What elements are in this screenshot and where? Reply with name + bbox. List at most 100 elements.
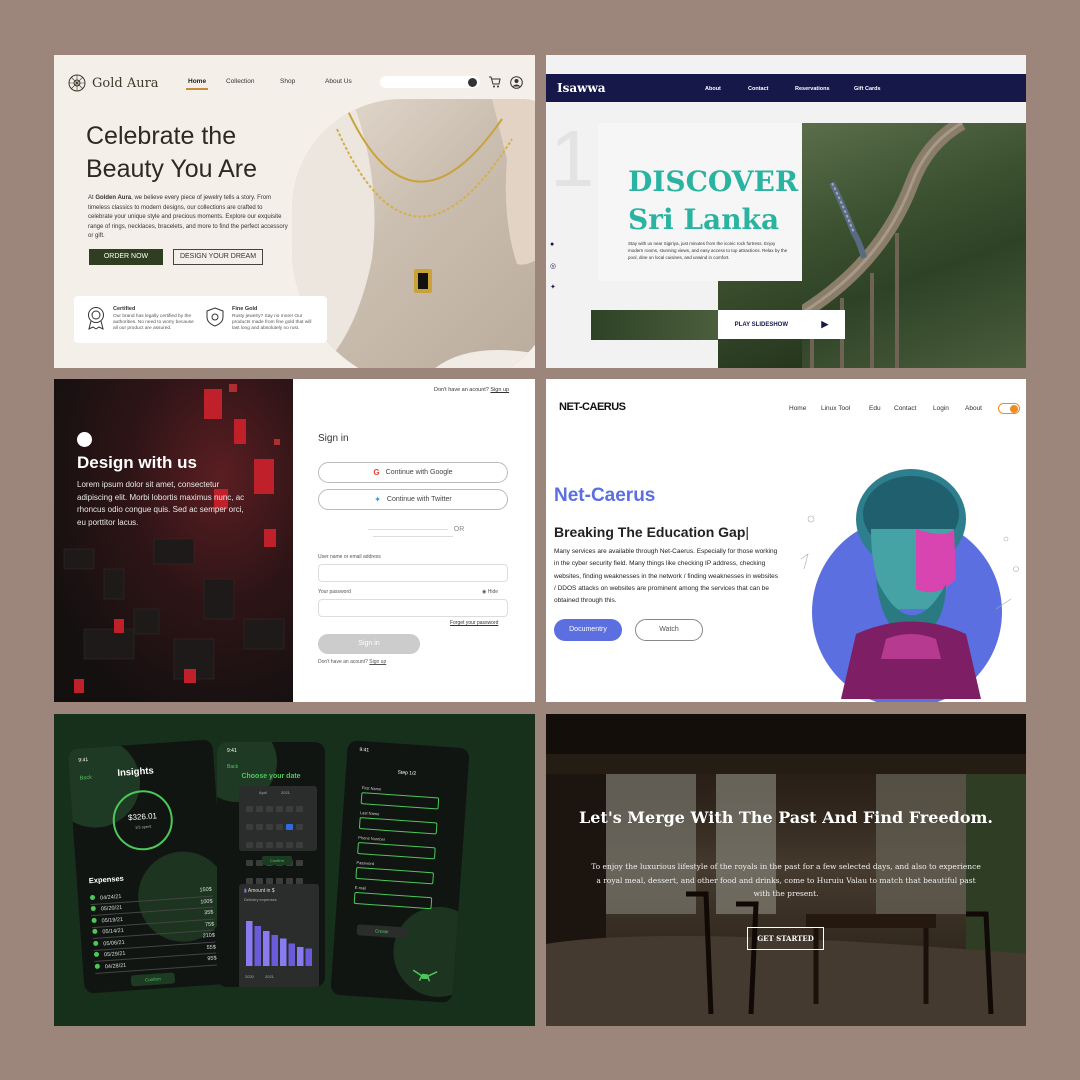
- nav-edu[interactable]: Edu: [869, 405, 881, 412]
- signup-form: First Name Last Name Phone Number Password E…: [353, 785, 442, 910]
- cart-icon[interactable]: [488, 76, 501, 88]
- nav-home[interactable]: Home: [188, 78, 206, 85]
- nav-collection[interactable]: Collection: [226, 78, 255, 85]
- nav-home[interactable]: Home: [789, 405, 806, 412]
- signup-prompt-bottom: Don't have an acount? Sign up: [318, 659, 386, 665]
- photo-strip: [591, 310, 718, 340]
- title-line-1: DISCOVER: [628, 165, 799, 198]
- calendar-day[interactable]: [245, 806, 253, 812]
- signup-link-top[interactable]: Sign up: [490, 387, 509, 393]
- circuit-image: [54, 379, 293, 702]
- forget-password-link[interactable]: Forget your password: [450, 620, 498, 626]
- username-input[interactable]: [318, 564, 508, 582]
- search-input[interactable]: [380, 76, 480, 88]
- confirm-button[interactable]: Confirm: [130, 972, 176, 987]
- insights-phone: 9:41 Back Insights $326.01 1/3 spent Exp…: [67, 739, 230, 994]
- search-icon[interactable]: [468, 78, 477, 87]
- logo-dot: [77, 432, 92, 447]
- nav-contact[interactable]: Contact: [748, 86, 768, 92]
- nav-reservations[interactable]: Reservations: [795, 86, 830, 92]
- calendar-day[interactable]: [275, 824, 283, 830]
- brand-name[interactable]: Isawwa: [557, 81, 606, 95]
- year-select[interactable]: 2021: [281, 790, 290, 795]
- get-started-button[interactable]: GET STARTED: [747, 927, 824, 950]
- hero-title: Let's Merge With The Past And Find Freed…: [579, 808, 993, 827]
- calendar-day[interactable]: [295, 806, 303, 812]
- calendar-day[interactable]: [255, 842, 263, 848]
- order-now-button[interactable]: ORDER NOW: [89, 249, 163, 265]
- expense-amount: 100$: [200, 898, 213, 906]
- nav-contact[interactable]: Contact: [894, 405, 916, 412]
- calendar-day[interactable]: [265, 824, 273, 830]
- play-slideshow-button[interactable]: PLAY SLIDESHOW ▶: [718, 310, 845, 339]
- amount-chart-card: ▮ Amount in $ Delivery expenses 2020 202…: [239, 884, 319, 987]
- nav-about[interactable]: About Us: [325, 78, 352, 85]
- calendar-day[interactable]: [285, 824, 293, 830]
- amount-bar: [297, 947, 304, 966]
- password-input[interactable]: [318, 599, 508, 617]
- expense-dot-icon: [92, 928, 98, 935]
- heritage-panel: Let's Merge With The Past And Find Freed…: [546, 714, 1026, 1026]
- nav-shop[interactable]: Shop: [280, 78, 295, 85]
- design-dream-button[interactable]: DESIGN YOUR DREAM: [173, 249, 263, 265]
- expense-amount: 55$: [206, 944, 217, 951]
- confirm-date-button[interactable]: Confirm: [262, 856, 292, 865]
- documentry-button[interactable]: Documentry: [554, 619, 622, 641]
- signup-link-bottom[interactable]: Sign up: [369, 659, 386, 665]
- expense-date: 05/06/21: [93, 939, 125, 948]
- chart-icon: ▮: [244, 888, 247, 894]
- google-signin-button[interactable]: G Continue with Google: [318, 462, 508, 483]
- amount-bar: [263, 931, 270, 966]
- nav-linux-tool[interactable]: Linux Tool: [821, 405, 850, 412]
- brand-logo[interactable]: Gold Aura: [68, 74, 159, 92]
- expense-date: 05/19/21: [91, 916, 123, 925]
- twitter-icon[interactable]: ✦: [550, 283, 556, 291]
- calendar-day[interactable]: [245, 824, 253, 830]
- calendar-day[interactable]: [245, 842, 253, 848]
- amount-bar: [280, 938, 287, 966]
- flower-logo-icon: [68, 74, 86, 92]
- hero-description: Many services are available through Net-…: [554, 548, 779, 605]
- watch-button[interactable]: Watch: [635, 619, 703, 641]
- instagram-icon[interactable]: ◎: [550, 262, 556, 270]
- back-link[interactable]: Back: [227, 764, 238, 770]
- theme-toggle[interactable]: [998, 403, 1020, 414]
- expense-date: 04/28/21: [94, 962, 126, 971]
- user-icon[interactable]: [510, 76, 523, 89]
- login-panel: Design with us Lorem ipsum dolor sit ame…: [54, 379, 535, 702]
- twitter-signin-button[interactable]: ✦ Continue with Twitter: [318, 489, 508, 510]
- calendar-day[interactable]: [285, 806, 293, 812]
- create-button[interactable]: Create: [356, 924, 408, 939]
- expense-dot-icon: [93, 940, 99, 946]
- calendar-day[interactable]: [245, 860, 253, 866]
- hide-password-toggle[interactable]: ◉ Hide: [482, 589, 498, 595]
- nav-login[interactable]: Login: [933, 405, 949, 412]
- signin-button[interactable]: Sign in: [318, 634, 420, 654]
- brand-logo[interactable]: NET-CAERUS: [559, 401, 626, 413]
- nav-about[interactable]: About: [965, 405, 982, 412]
- signup-prompt-text: Don't have an acount?: [434, 387, 491, 393]
- calendar-day[interactable]: [255, 824, 263, 830]
- month-select[interactable]: April: [259, 790, 267, 795]
- amount-bar: [288, 943, 295, 966]
- facebook-icon[interactable]: ●: [550, 241, 554, 248]
- calendar-day[interactable]: [295, 824, 303, 830]
- calendar-day[interactable]: [255, 806, 263, 812]
- hero-description: Lorem ipsum dolor sit amet, consectetur …: [77, 480, 245, 527]
- calendar-day[interactable]: [275, 806, 283, 812]
- year-2020: 2020: [245, 974, 254, 979]
- nav-about[interactable]: About: [705, 86, 721, 92]
- calendar-day[interactable]: [265, 842, 273, 848]
- hero-description: To enjoy the luxurious lifestyle of the …: [591, 862, 981, 898]
- amount-label-text: Amount in $: [247, 888, 275, 894]
- calendar-day[interactable]: [275, 842, 283, 848]
- step-indicator: Step 1/2: [397, 769, 417, 777]
- calendar-day[interactable]: [265, 806, 273, 812]
- calendar-day[interactable]: [285, 842, 293, 848]
- nav-gift-cards[interactable]: Gift Cards: [854, 86, 881, 92]
- calendar-widget[interactable]: April 2021: [239, 786, 317, 902]
- back-link[interactable]: Back: [79, 775, 92, 782]
- calendar-day[interactable]: [295, 842, 303, 848]
- hero-image: [292, 99, 535, 368]
- calendar-day[interactable]: [295, 860, 303, 866]
